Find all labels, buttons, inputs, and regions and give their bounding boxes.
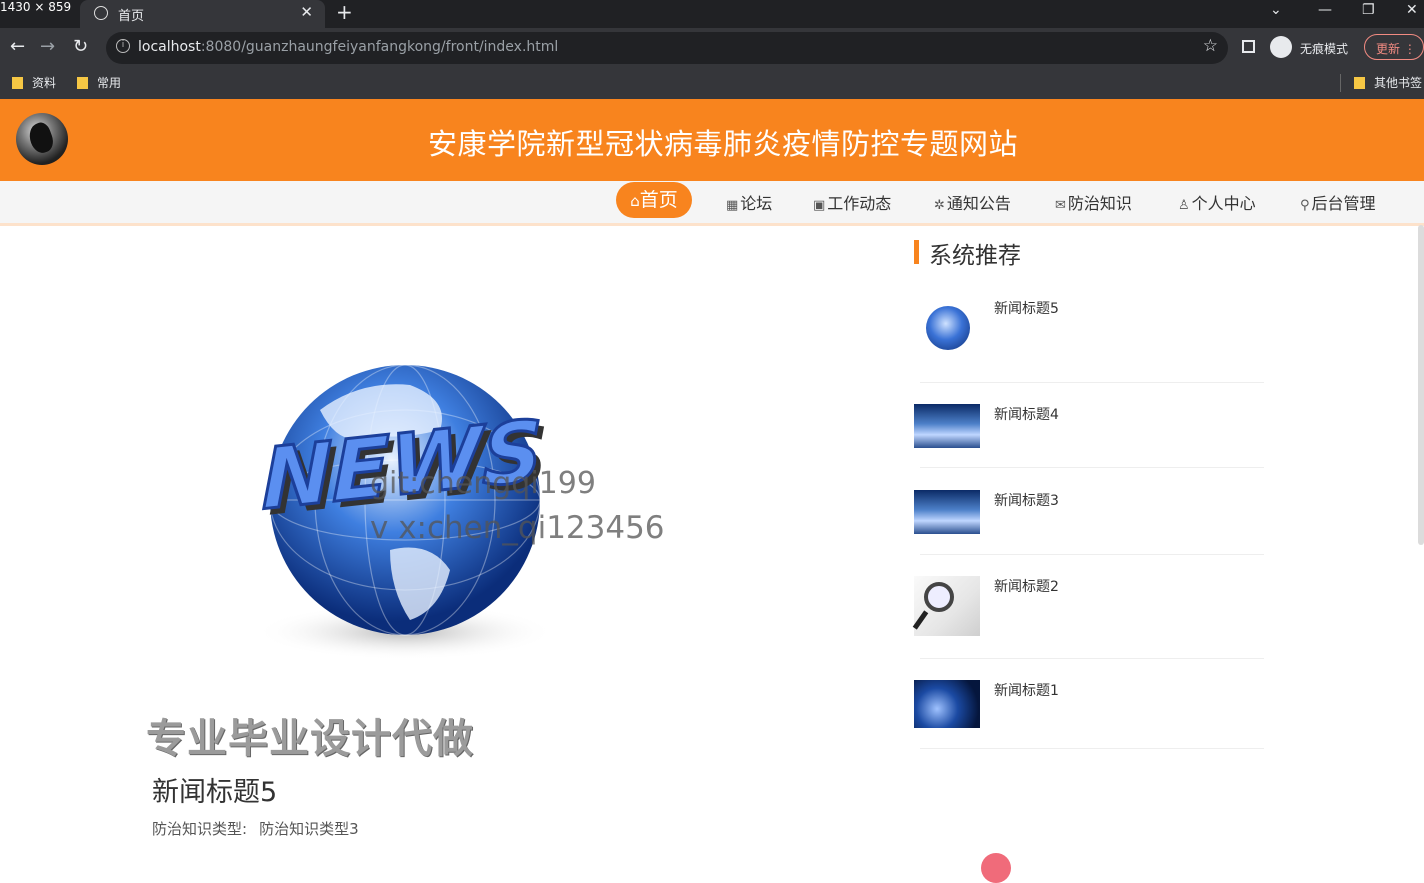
nav-label: 首页	[639, 189, 678, 211]
news-thumbnail[interactable]	[912, 576, 980, 636]
recommend-item-title[interactable]: 新闻标题3	[994, 490, 1059, 510]
update-button[interactable]: 更新 ⋮	[1364, 34, 1424, 60]
apps-icon: ▣	[813, 198, 826, 213]
dimensions-overlay: 1430 × 859	[0, 0, 72, 14]
nav-item-home[interactable]: ⌂首页	[616, 182, 692, 218]
page-scrollbar[interactable]	[1418, 225, 1424, 545]
grid-icon: ▦	[726, 198, 739, 213]
update-label: 更新	[1376, 42, 1401, 56]
news-thumbnail[interactable]	[914, 490, 980, 534]
nav-label: 工作动态	[827, 194, 892, 213]
forward-button[interactable]: →	[40, 36, 55, 57]
main-nav: ⌂首页 ▦ 论坛 ▣ 工作动态 ✲ 通知公告 ✉ 防治知识 ♙ 个人中心 ⚲ 后台管理	[0, 181, 1424, 226]
news-type: 防治知识类型: 防治知识类型3	[152, 818, 371, 839]
address-bar[interactable]: i localhost:8080/guanzhaungfeiyanfangkon…	[106, 32, 1228, 64]
side-panel-icon[interactable]	[1242, 40, 1255, 53]
folder-icon	[77, 77, 88, 89]
other-bookmarks[interactable]: 其他书签	[1354, 74, 1422, 91]
tab-search-icon[interactable]: ⌄	[1270, 2, 1282, 18]
incognito-label: 无痕模式	[1300, 42, 1349, 56]
site-title: 安康学院新型冠状病毒肺炎疫情防控专题网站	[427, 127, 1018, 161]
recommend-title: 系统推荐	[929, 243, 1021, 269]
globe-icon	[94, 6, 108, 20]
magnifier-handle	[912, 610, 929, 630]
home-icon: ⌂	[630, 192, 640, 210]
recommend-item-title[interactable]: 新闻标题5	[994, 298, 1059, 318]
other-bookmarks-label: 其他书签	[1374, 76, 1423, 90]
recommend-item-title[interactable]: 新闻标题2	[994, 576, 1059, 596]
url-text: localhost:8080/guanzhaungfeiyanfangkong/…	[138, 39, 558, 55]
new-tab-button[interactable]: +	[336, 0, 353, 24]
magnifier-icon	[924, 582, 954, 612]
incognito-icon[interactable]	[1270, 36, 1292, 58]
news-globe-image[interactable]: NEWS NEWS	[250, 340, 570, 665]
news-thumbnail[interactable]	[914, 680, 980, 728]
browser-tab[interactable]: 首页 ✕	[80, 0, 325, 28]
browser-tab-strip: 1430 × 859 首页 ✕ + ⌄ — ❐ ✕	[0, 0, 1424, 28]
divider	[920, 382, 1264, 383]
divider	[920, 748, 1264, 749]
watermark-git: git:chengqi199	[370, 466, 596, 501]
browser-toolbar: ← → ↻ i localhost:8080/guanzhaungfeiyanf…	[0, 28, 1424, 68]
reload-button[interactable]: ↻	[73, 36, 88, 57]
nav-label: 论坛	[740, 194, 773, 213]
bookmark-star-icon[interactable]: ☆	[1203, 36, 1218, 56]
nav-label: 后台管理	[1311, 194, 1376, 213]
close-window-button[interactable]: ✕	[1406, 2, 1418, 18]
mail-icon: ✉	[1055, 198, 1066, 213]
nav-item-notices[interactable]: ✲ 通知公告	[934, 190, 1011, 214]
folder-icon	[12, 77, 23, 89]
nav-label: 个人中心	[1191, 194, 1256, 213]
recommend-item-title[interactable]: 新闻标题1	[994, 680, 1059, 700]
back-button[interactable]: ←	[10, 36, 25, 57]
bookmark-label: 资料	[32, 76, 57, 90]
tab-title: 首页	[118, 9, 145, 24]
bookmark-label: 常用	[97, 76, 122, 90]
news-type-label: 防治知识类型:	[152, 820, 248, 838]
recommend-item-title[interactable]: 新闻标题4	[994, 404, 1059, 424]
watermark-vx: v x:chen_qi123456	[370, 510, 665, 546]
divider	[920, 658, 1264, 659]
url-host: localhost	[138, 39, 201, 55]
nav-item-admin[interactable]: ⚲ 后台管理	[1300, 190, 1376, 214]
url-path: :8080/guanzhaungfeiyanfangkong/front/ind…	[200, 39, 559, 55]
divider	[920, 554, 1264, 555]
news-type-value: 防治知识类型3	[259, 820, 359, 838]
news-title: 新闻标题5	[152, 777, 278, 808]
floating-action-button[interactable]	[981, 853, 1011, 883]
news-thumbnail[interactable]	[926, 306, 970, 350]
close-tab-icon[interactable]: ✕	[300, 3, 313, 21]
nav-item-work-news[interactable]: ▣ 工作动态	[813, 190, 891, 214]
bookmark-folder-ziliao[interactable]: 资料	[12, 74, 56, 91]
restore-button[interactable]: ❐	[1362, 2, 1375, 18]
promo-text: 专业毕业设计代做	[146, 716, 474, 762]
news-thumbnail[interactable]	[914, 404, 980, 448]
nav-item-prevention[interactable]: ✉ 防治知识	[1055, 190, 1132, 214]
nav-item-profile[interactable]: ♙ 个人中心	[1178, 190, 1256, 214]
notice-icon: ✲	[934, 198, 945, 213]
divider	[920, 467, 1264, 468]
section-accent-bar	[914, 240, 919, 264]
link-icon: ⚲	[1300, 198, 1310, 213]
nav-label: 通知公告	[946, 194, 1011, 213]
info-icon[interactable]: i	[116, 39, 130, 53]
user-icon: ♙	[1178, 198, 1190, 213]
bookmarks-bar: 资料 常用 其他书签	[0, 68, 1424, 100]
bookmark-folder-changyong[interactable]: 常用	[77, 74, 121, 91]
bookmark-divider	[1340, 74, 1341, 92]
folder-icon	[1354, 77, 1365, 89]
nav-label: 防治知识	[1067, 194, 1132, 213]
site-header: 安康学院新型冠状病毒肺炎疫情防控专题网站	[0, 99, 1424, 181]
nav-item-forum[interactable]: ▦ 论坛	[726, 190, 772, 214]
minimize-button[interactable]: —	[1318, 2, 1332, 18]
